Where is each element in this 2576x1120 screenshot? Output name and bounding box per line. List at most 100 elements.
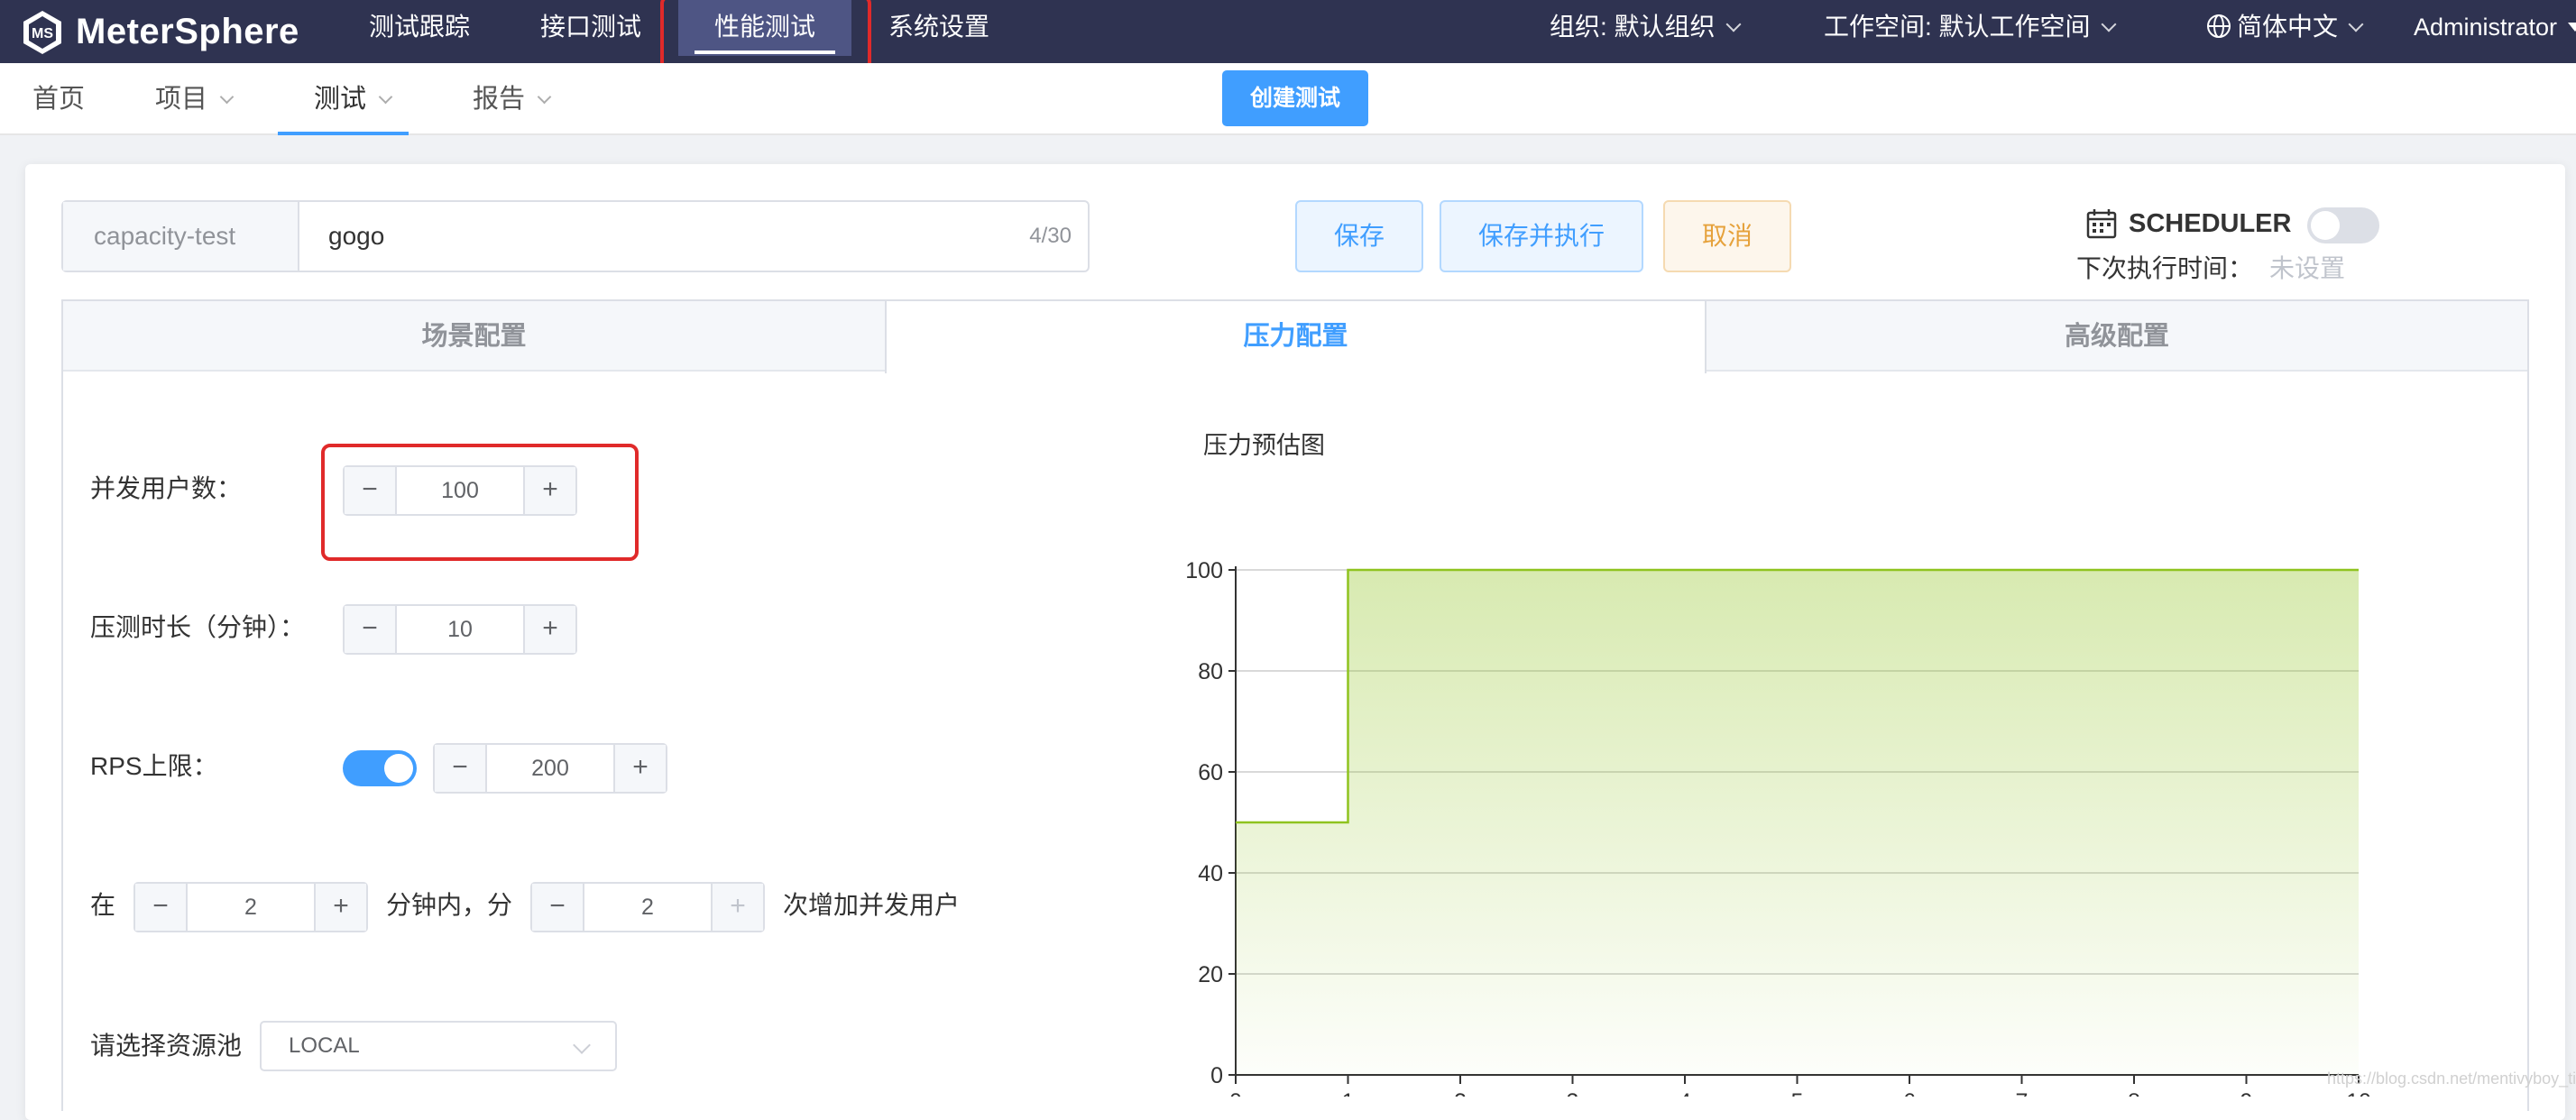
duration-label: 压测时长（分钟）： <box>90 610 305 646</box>
y-tick-label: 0 <box>1210 1063 1223 1088</box>
chevron-down-icon <box>2349 17 2364 32</box>
workspace-label: 工作空间: 默认工作空间 <box>1824 13 2091 41</box>
globe-icon <box>2206 14 2231 39</box>
scheduler-text: SCHEDULER <box>2129 204 2291 243</box>
language-switcher[interactable]: 简体中文 <box>2206 0 2361 56</box>
ramp-prefix: 在 <box>90 887 115 923</box>
org-label: 组织: 默认组织 <box>1550 13 1716 41</box>
subnav-project-label: 项目 <box>155 85 207 114</box>
y-tick-label: 40 <box>1198 861 1223 886</box>
chevron-down-icon <box>379 90 393 105</box>
nav-api-test[interactable]: 接口测试 <box>523 0 658 56</box>
create-test-button[interactable]: 创建测试 <box>1222 70 1368 126</box>
rps-stepper: − 200 + <box>433 743 667 794</box>
chevron-down-icon <box>2101 17 2116 32</box>
subnav-project[interactable]: 项目 <box>155 63 232 133</box>
toggle-knob <box>384 754 413 783</box>
ramp-middle: 分钟内，分 <box>386 887 512 923</box>
save-button[interactable]: 保存 <box>1295 200 1423 272</box>
test-name-input[interactable]: gogo <box>328 202 384 271</box>
chevron-down-icon <box>538 90 552 105</box>
y-tick-label: 60 <box>1198 760 1223 785</box>
subnav-test-label: 测试 <box>314 85 366 114</box>
ramp-steps-increase-button[interactable]: + <box>711 884 763 931</box>
ramp-minutes-input[interactable]: 2 <box>188 884 314 931</box>
duration-stepper: − 10 + <box>343 604 577 655</box>
metersphere-logo-icon: MS <box>20 9 65 54</box>
subnav-home[interactable]: 首页 <box>32 63 85 133</box>
x-tick-label: 1 <box>1342 1089 1355 1097</box>
rps-limit-label: RPS上限： <box>90 748 218 785</box>
ramp-minutes-stepper: − 2 + <box>133 882 368 932</box>
workspace-switcher[interactable]: 工作空间: 默认工作空间 <box>1824 0 2114 56</box>
resource-pool-select[interactable]: LOCAL <box>260 1021 617 1071</box>
ramp-steps-decrease-button[interactable]: − <box>532 884 584 931</box>
y-tick-label: 100 <box>1185 558 1223 583</box>
x-tick-label: 7 <box>2016 1089 2029 1097</box>
x-tick-label: 5 <box>1791 1089 1804 1097</box>
x-tick-label: 6 <box>1903 1089 1916 1097</box>
ramp-minutes-decrease-button[interactable]: − <box>135 884 188 931</box>
x-tick-label: 2 <box>1454 1089 1467 1097</box>
chevron-down-icon <box>573 1036 591 1054</box>
ramp-suffix: 次增加并发用户 <box>783 887 960 923</box>
org-switcher[interactable]: 组织: 默认组织 <box>1550 0 1739 56</box>
duration-decrease-button[interactable]: − <box>345 606 397 653</box>
rps-increase-button[interactable]: + <box>613 745 666 792</box>
test-name-input-group: capacity-test gogo 4/30 <box>61 200 1090 272</box>
chevron-down-icon <box>1725 17 1741 32</box>
subnav-test[interactable]: 测试 <box>314 63 391 133</box>
x-tick-label: 4 <box>1679 1089 1691 1097</box>
x-tick-label: 8 <box>2128 1089 2140 1097</box>
x-tick-label: 3 <box>1567 1089 1579 1097</box>
tab-pressure-config[interactable]: 压力配置 <box>885 301 1707 373</box>
chevron-down-icon <box>220 90 235 105</box>
x-tick-label: 0 <box>1229 1089 1242 1097</box>
resource-pool-label: 请选择资源池 <box>90 1028 242 1064</box>
save-and-run-button[interactable]: 保存并执行 <box>1440 200 1643 272</box>
chart-title: 压力预估图 <box>1203 426 1325 461</box>
watermark: https://blog.csdn.net/mentivyboy_tian <box>2327 1070 2576 1088</box>
tab-scenario-config[interactable]: 场景配置 <box>63 301 885 372</box>
ramp-minutes-increase-button[interactable]: + <box>314 884 366 931</box>
user-menu[interactable]: Administrator <box>2414 0 2576 56</box>
subnav-report[interactable]: 报告 <box>473 63 549 133</box>
x-tick-label: 9 <box>2240 1089 2253 1097</box>
caret-down-icon <box>2568 23 2576 32</box>
language-label: 简体中文 <box>2237 13 2338 41</box>
logo-text: MeterSphere <box>76 12 299 52</box>
calendar-icon[interactable] <box>2085 207 2118 240</box>
tab-advanced-config[interactable]: 高级配置 <box>1707 301 2527 372</box>
threads-label: 并发用户数： <box>90 471 242 507</box>
duration-input[interactable]: 10 <box>397 606 523 653</box>
x-tick-label: 10 <box>2346 1089 2371 1097</box>
rps-decrease-button[interactable]: − <box>435 745 487 792</box>
y-tick-label: 80 <box>1198 659 1223 684</box>
name-char-count: 4/30 <box>1029 202 1072 271</box>
project-select[interactable]: capacity-test <box>63 202 299 271</box>
series-area <box>1236 570 2359 1075</box>
nav-system-settings[interactable]: 系统设置 <box>871 0 1007 56</box>
subnav-report-label: 报告 <box>473 85 525 114</box>
nav-test-track[interactable]: 测试跟踪 <box>352 0 487 56</box>
tab-header: 场景配置 压力配置 高级配置 <box>63 301 2527 372</box>
svg-text:MS: MS <box>32 26 53 41</box>
app-logo[interactable]: MS MeterSphere <box>20 7 299 56</box>
scheduler-toggle[interactable] <box>2307 207 2379 243</box>
rps-limit-toggle[interactable] <box>343 750 417 786</box>
pressure-estimate-chart: 0 20 40 60 80 100 0 1 2 3 4 5 6 7 8 9 10 <box>1164 541 2399 1097</box>
toggle-knob <box>2311 211 2340 240</box>
cancel-button[interactable]: 取消 <box>1663 200 1791 272</box>
resource-pool-value: LOCAL <box>289 1033 360 1058</box>
rps-input[interactable]: 200 <box>487 745 613 792</box>
ramp-steps-stepper: − 2 + <box>530 882 765 932</box>
ramp-steps-input[interactable]: 2 <box>584 884 711 931</box>
active-subnav-underline <box>278 132 409 135</box>
next-run-value: 未设置 <box>2269 254 2345 282</box>
y-tick-label: 20 <box>1198 962 1223 987</box>
secondary-navbar: 首页 项目 测试 报告 创建测试 <box>0 63 2576 135</box>
scheduler-label: SCHEDULER <box>2085 204 2291 243</box>
highlight-box-threads <box>321 444 639 561</box>
duration-increase-button[interactable]: + <box>523 606 575 653</box>
next-run-label: 下次执行时间： <box>2076 254 2253 282</box>
